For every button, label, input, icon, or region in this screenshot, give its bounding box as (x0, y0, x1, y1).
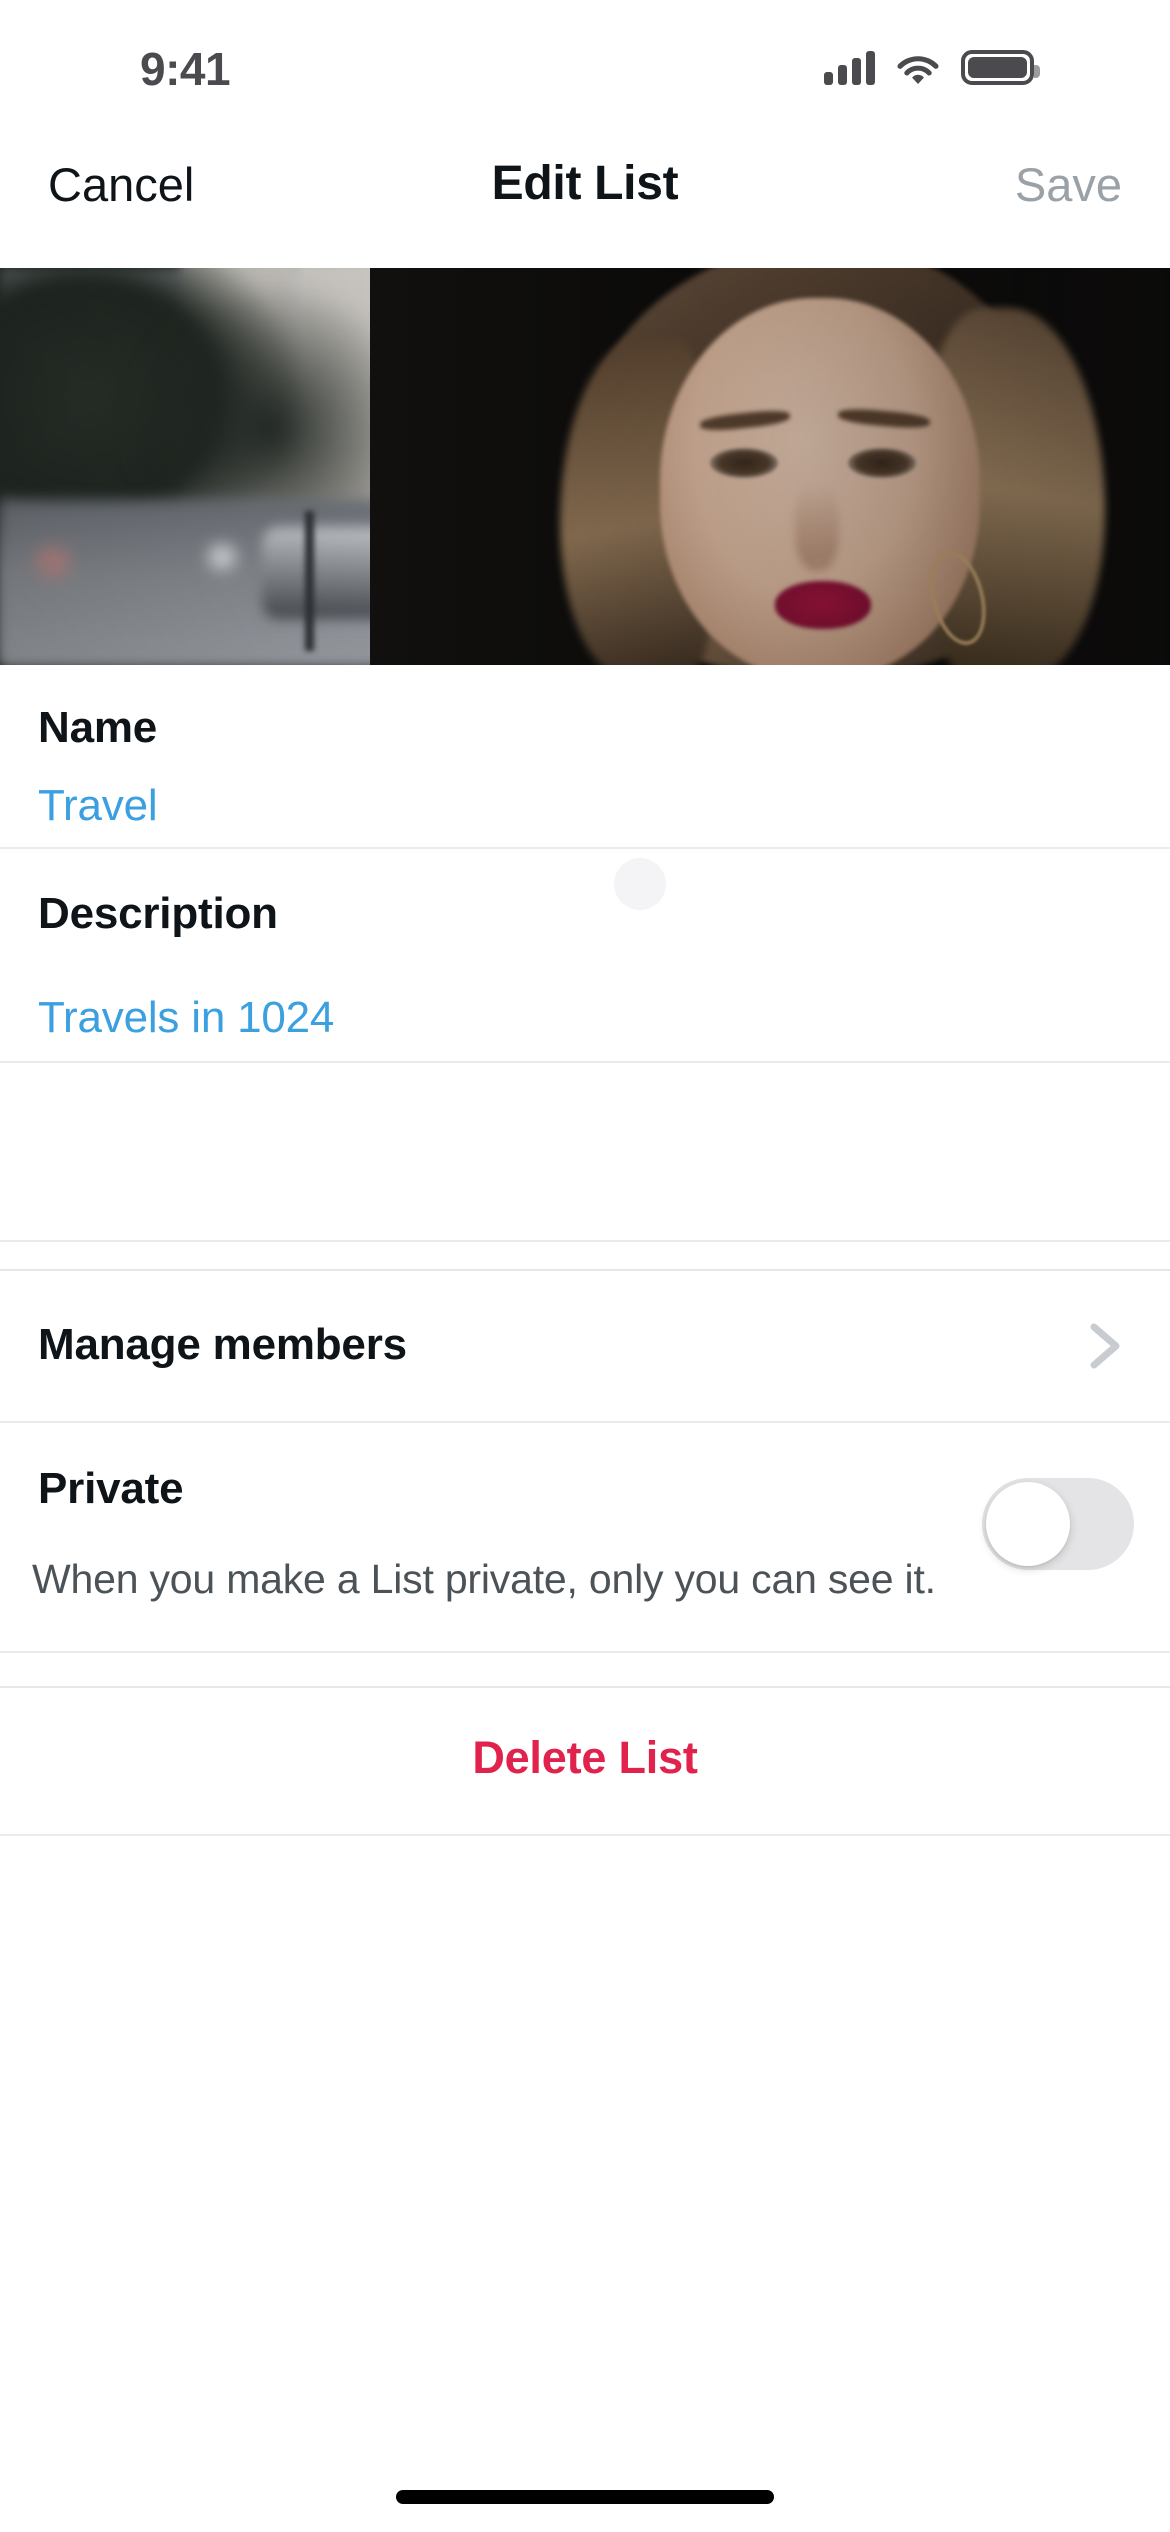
touch-indicator (614, 858, 666, 910)
manage-members-label: Manage members (38, 1320, 407, 1369)
description-field[interactable]: Description Travels in 1024 (0, 851, 1170, 1063)
manage-members-row[interactable]: Manage members (0, 1271, 1170, 1423)
private-description: When you make a List private, only you c… (32, 1556, 936, 1602)
signal-bars-icon (824, 50, 875, 85)
wifi-icon (897, 52, 939, 84)
separator (0, 1834, 1170, 1836)
section-spacer (0, 1063, 1170, 1269)
private-toggle-switch[interactable] (982, 1478, 1134, 1570)
status-bar: 9:41 (0, 0, 1170, 100)
separator (0, 1240, 1170, 1242)
cancel-button[interactable]: Cancel (48, 161, 194, 208)
name-field-value[interactable]: Travel (38, 784, 158, 828)
separator (0, 1651, 1170, 1653)
private-row: Private When you make a List private, on… (0, 1425, 1170, 1649)
status-bar-icons (824, 50, 1040, 85)
private-label: Private (38, 1464, 184, 1513)
separator (0, 847, 1170, 849)
navigation-bar: Cancel Edit List Save (0, 100, 1170, 268)
name-field-label: Name (38, 703, 158, 752)
battery-full-icon (961, 50, 1040, 85)
name-field[interactable]: Name Travel (0, 665, 1170, 849)
chevron-right-icon (1084, 1321, 1126, 1371)
toggle-knob (986, 1482, 1070, 1566)
edit-list-screen: 9:41 Cancel Edit List Save Name Travel D… (0, 0, 1170, 2532)
delete-list-button[interactable]: Delete List (0, 1688, 1170, 1834)
description-field-value[interactable]: Travels in 1024 (38, 996, 334, 1040)
banner-photo (0, 268, 1170, 665)
separator (0, 1421, 1170, 1423)
save-button[interactable]: Save (1015, 161, 1122, 208)
description-field-label: Description (38, 889, 278, 938)
delete-list-label: Delete List (472, 1732, 698, 1783)
list-banner-image[interactable] (0, 268, 1170, 665)
status-bar-time: 9:41 (140, 43, 231, 95)
home-indicator[interactable] (396, 2490, 774, 2504)
